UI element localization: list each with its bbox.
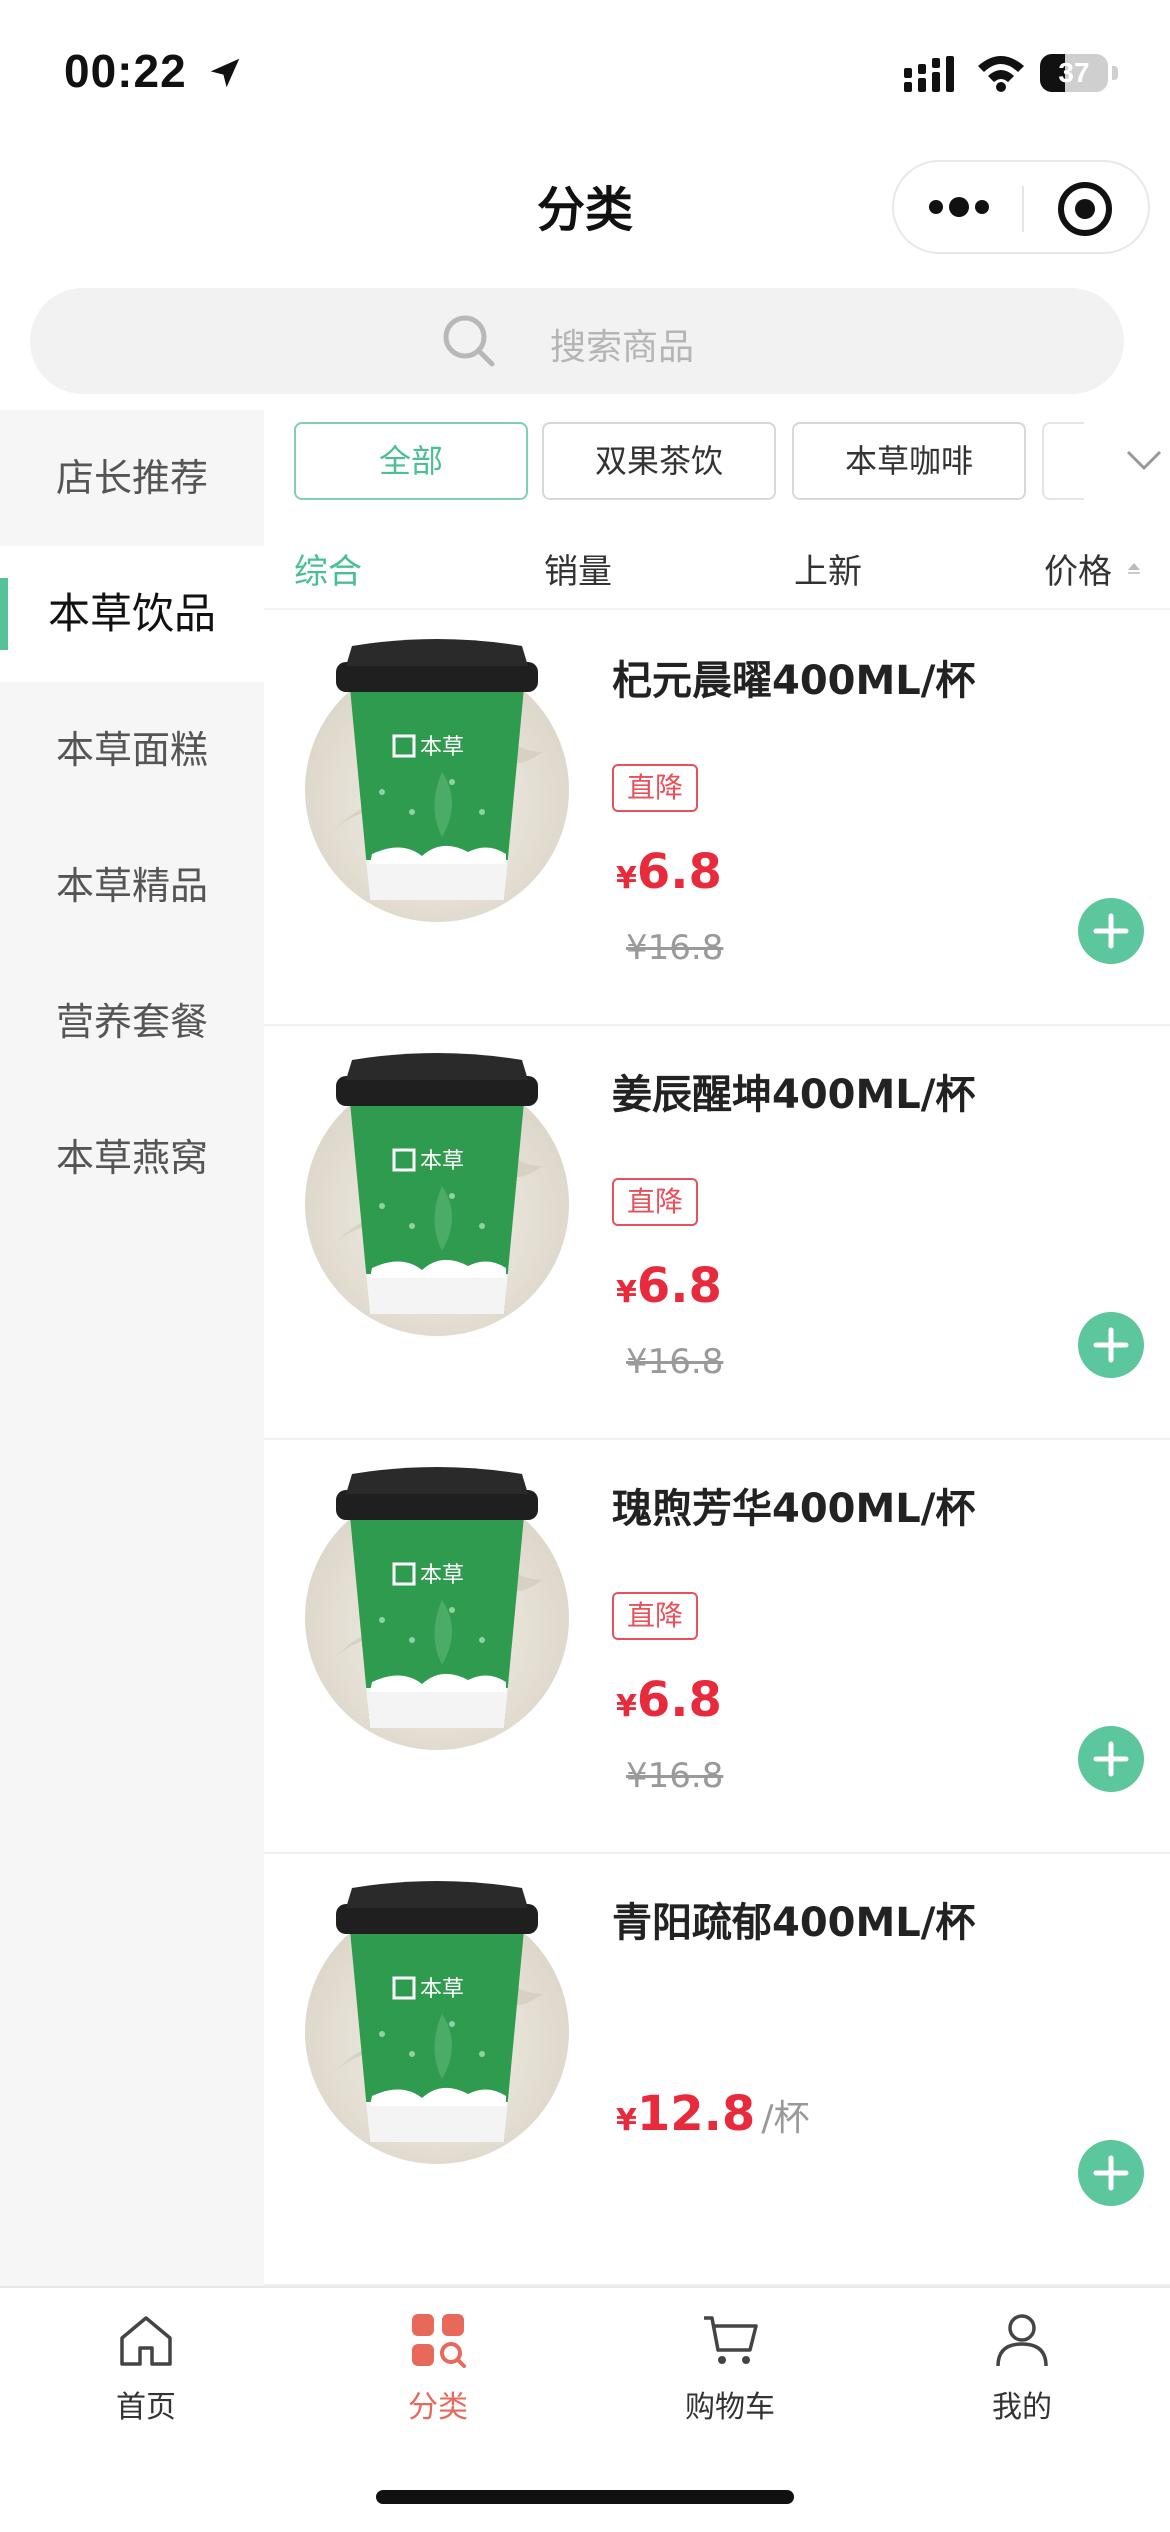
sidebar-item-label: 营养套餐 [55, 1000, 208, 1044]
price-value: 6.8 [636, 1672, 722, 1728]
search-icon [443, 315, 495, 367]
sidebar-item-herbal-cakes[interactable]: 本草面糕 [0, 682, 264, 818]
svg-text:本草: 本草 [420, 1149, 464, 1174]
active-indicator [0, 578, 8, 650]
currency-symbol: ¥ [616, 2103, 637, 2138]
mini-program-capsule [892, 160, 1150, 254]
chip-fruit-tea[interactable]: 双果茶饮 [542, 422, 776, 500]
location-arrow-icon [210, 58, 240, 88]
battery-level: 37 [1058, 57, 1090, 88]
chip-herbal-coffee[interactable]: 本草咖啡 [792, 422, 1026, 500]
tab-profile[interactable]: 我的 [876, 2308, 1168, 2438]
plus-icon [1093, 1741, 1129, 1777]
add-to-cart-button[interactable] [1078, 1312, 1144, 1378]
battery-nub [1112, 66, 1118, 80]
plus-icon [1093, 1327, 1129, 1363]
product-card[interactable]: 本草 姜辰醒坤400ML/杯直降 ¥6.8 ¥16.8 [264, 1026, 1170, 1440]
plus-icon [1093, 2155, 1129, 2191]
expand-filters-button[interactable] [1084, 410, 1170, 510]
wifi-icon [978, 56, 1024, 92]
product-name[interactable]: 姜辰醒坤400ML/杯 [612, 1062, 975, 1120]
add-to-cart-button[interactable] [1078, 1726, 1144, 1792]
add-to-cart-button[interactable] [1078, 2140, 1144, 2206]
category-sidebar: 店长推荐 本草饮品 本草面糕 本草精品 营养套餐 本草燕窝 [0, 410, 264, 2286]
product-price: ¥6.8 [616, 844, 722, 900]
sidebar-item-nutrition-sets[interactable]: 营养套餐 [0, 954, 264, 1090]
svg-text:本草: 本草 [420, 1977, 464, 2002]
tab-home[interactable]: 首页 [0, 2308, 292, 2438]
filter-chips: 全部 双果茶饮 本草咖啡 [264, 410, 1170, 510]
sidebar-item-herbal-drinks[interactable]: 本草饮品 [0, 546, 264, 682]
price-drop-badge: 直降 [612, 1592, 698, 1640]
product-image[interactable]: 本草 [292, 1874, 582, 2164]
price-drop-badge: 直降 [612, 1178, 698, 1226]
sort-newest[interactable]: 上新 [794, 544, 862, 593]
chevron-down-icon [1126, 450, 1162, 471]
product-name[interactable]: 杞元晨曜400ML/杯 [612, 648, 975, 706]
search-input[interactable]: 搜索商品 [30, 288, 1124, 394]
cellular-signal-icon [904, 56, 954, 92]
product-image[interactable]: 本草 [292, 1460, 582, 1750]
home-icon [120, 2316, 172, 2366]
currency-symbol: ¥ [616, 1275, 637, 1310]
original-price: ¥16.8 [626, 1342, 724, 1382]
price-value: 6.8 [636, 844, 722, 900]
price-value: 6.8 [636, 1258, 722, 1314]
tab-label: 分类 [408, 2390, 468, 2425]
original-price: ¥16.8 [626, 928, 724, 968]
sort-overall[interactable]: 综合 [294, 544, 362, 593]
more-icon[interactable] [924, 184, 994, 230]
profile-icon [996, 2314, 1048, 2367]
sidebar-item-birds-nest[interactable]: 本草燕窝 [0, 1090, 264, 1226]
tab-category[interactable]: 分类 [292, 2308, 584, 2438]
original-price: ¥16.8 [626, 1756, 724, 1796]
chip-all[interactable]: 全部 [294, 422, 528, 500]
product-price: ¥12.8/杯 [616, 2086, 809, 2142]
sidebar-item-label: 本草燕窝 [55, 1136, 208, 1180]
product-name[interactable]: 青阳疏郁400ML/杯 [612, 1890, 975, 1948]
tab-label: 购物车 [685, 2390, 775, 2425]
home-indicator [376, 2490, 794, 2504]
currency-symbol: ¥ [616, 861, 637, 896]
product-card[interactable]: 本草 瑰煦芳华400ML/杯直降 ¥6.8 ¥16.8 [264, 1440, 1170, 1854]
plus-icon [1093, 913, 1129, 949]
price-value: 12.8 [636, 2086, 756, 2142]
product-price: ¥6.8 [616, 1258, 722, 1314]
sort-sales[interactable]: 销量 [544, 544, 612, 593]
price-unit: /杯 [761, 2098, 810, 2139]
sidebar-item-label: 店长推荐 [55, 456, 208, 500]
sidebar-item-label: 本草面糕 [55, 728, 208, 772]
tab-label: 首页 [116, 2390, 176, 2425]
product-name[interactable]: 瑰煦芳华400ML/杯 [612, 1476, 975, 1534]
tab-cart[interactable]: 购物车 [584, 2308, 876, 2438]
search-placeholder: 搜索商品 [550, 327, 695, 368]
sort-price[interactable]: 价格 [1044, 544, 1112, 593]
sort-arrow-icon [1128, 563, 1140, 574]
product-card[interactable]: 本草 杞元晨曜400ML/杯直降 ¥6.8 ¥16.8 [264, 612, 1170, 1026]
sidebar-item-label: 本草精品 [55, 864, 208, 908]
product-image[interactable]: 本草 [292, 632, 582, 922]
sort-bar: 综合 销量 上新 价格 [264, 530, 1170, 610]
battery-icon: 37 [1040, 54, 1108, 92]
status-time: 00:22 [64, 45, 187, 97]
status-bar: 00:22 37 [0, 0, 1170, 140]
sidebar-item-label: 本草饮品 [47, 589, 216, 638]
tab-label: 我的 [992, 2390, 1052, 2425]
product-card[interactable]: 本草 青阳疏郁400ML/杯 ¥12.8/杯 [264, 1854, 1170, 2286]
svg-text:本草: 本草 [420, 735, 464, 760]
add-to-cart-button[interactable] [1078, 898, 1144, 964]
cart-icon [704, 2316, 758, 2364]
currency-symbol: ¥ [616, 1689, 637, 1724]
sidebar-item-manager-picks[interactable]: 店长推荐 [0, 410, 264, 546]
close-target-icon[interactable] [1056, 180, 1114, 238]
svg-text:本草: 本草 [420, 1563, 464, 1588]
product-price: ¥6.8 [616, 1672, 722, 1728]
capsule-divider [1022, 186, 1024, 232]
sidebar-item-herbal-premium[interactable]: 本草精品 [0, 818, 264, 954]
product-image[interactable]: 本草 [292, 1046, 582, 1336]
price-drop-badge: 直降 [612, 764, 698, 812]
category-icon [412, 2314, 466, 2368]
